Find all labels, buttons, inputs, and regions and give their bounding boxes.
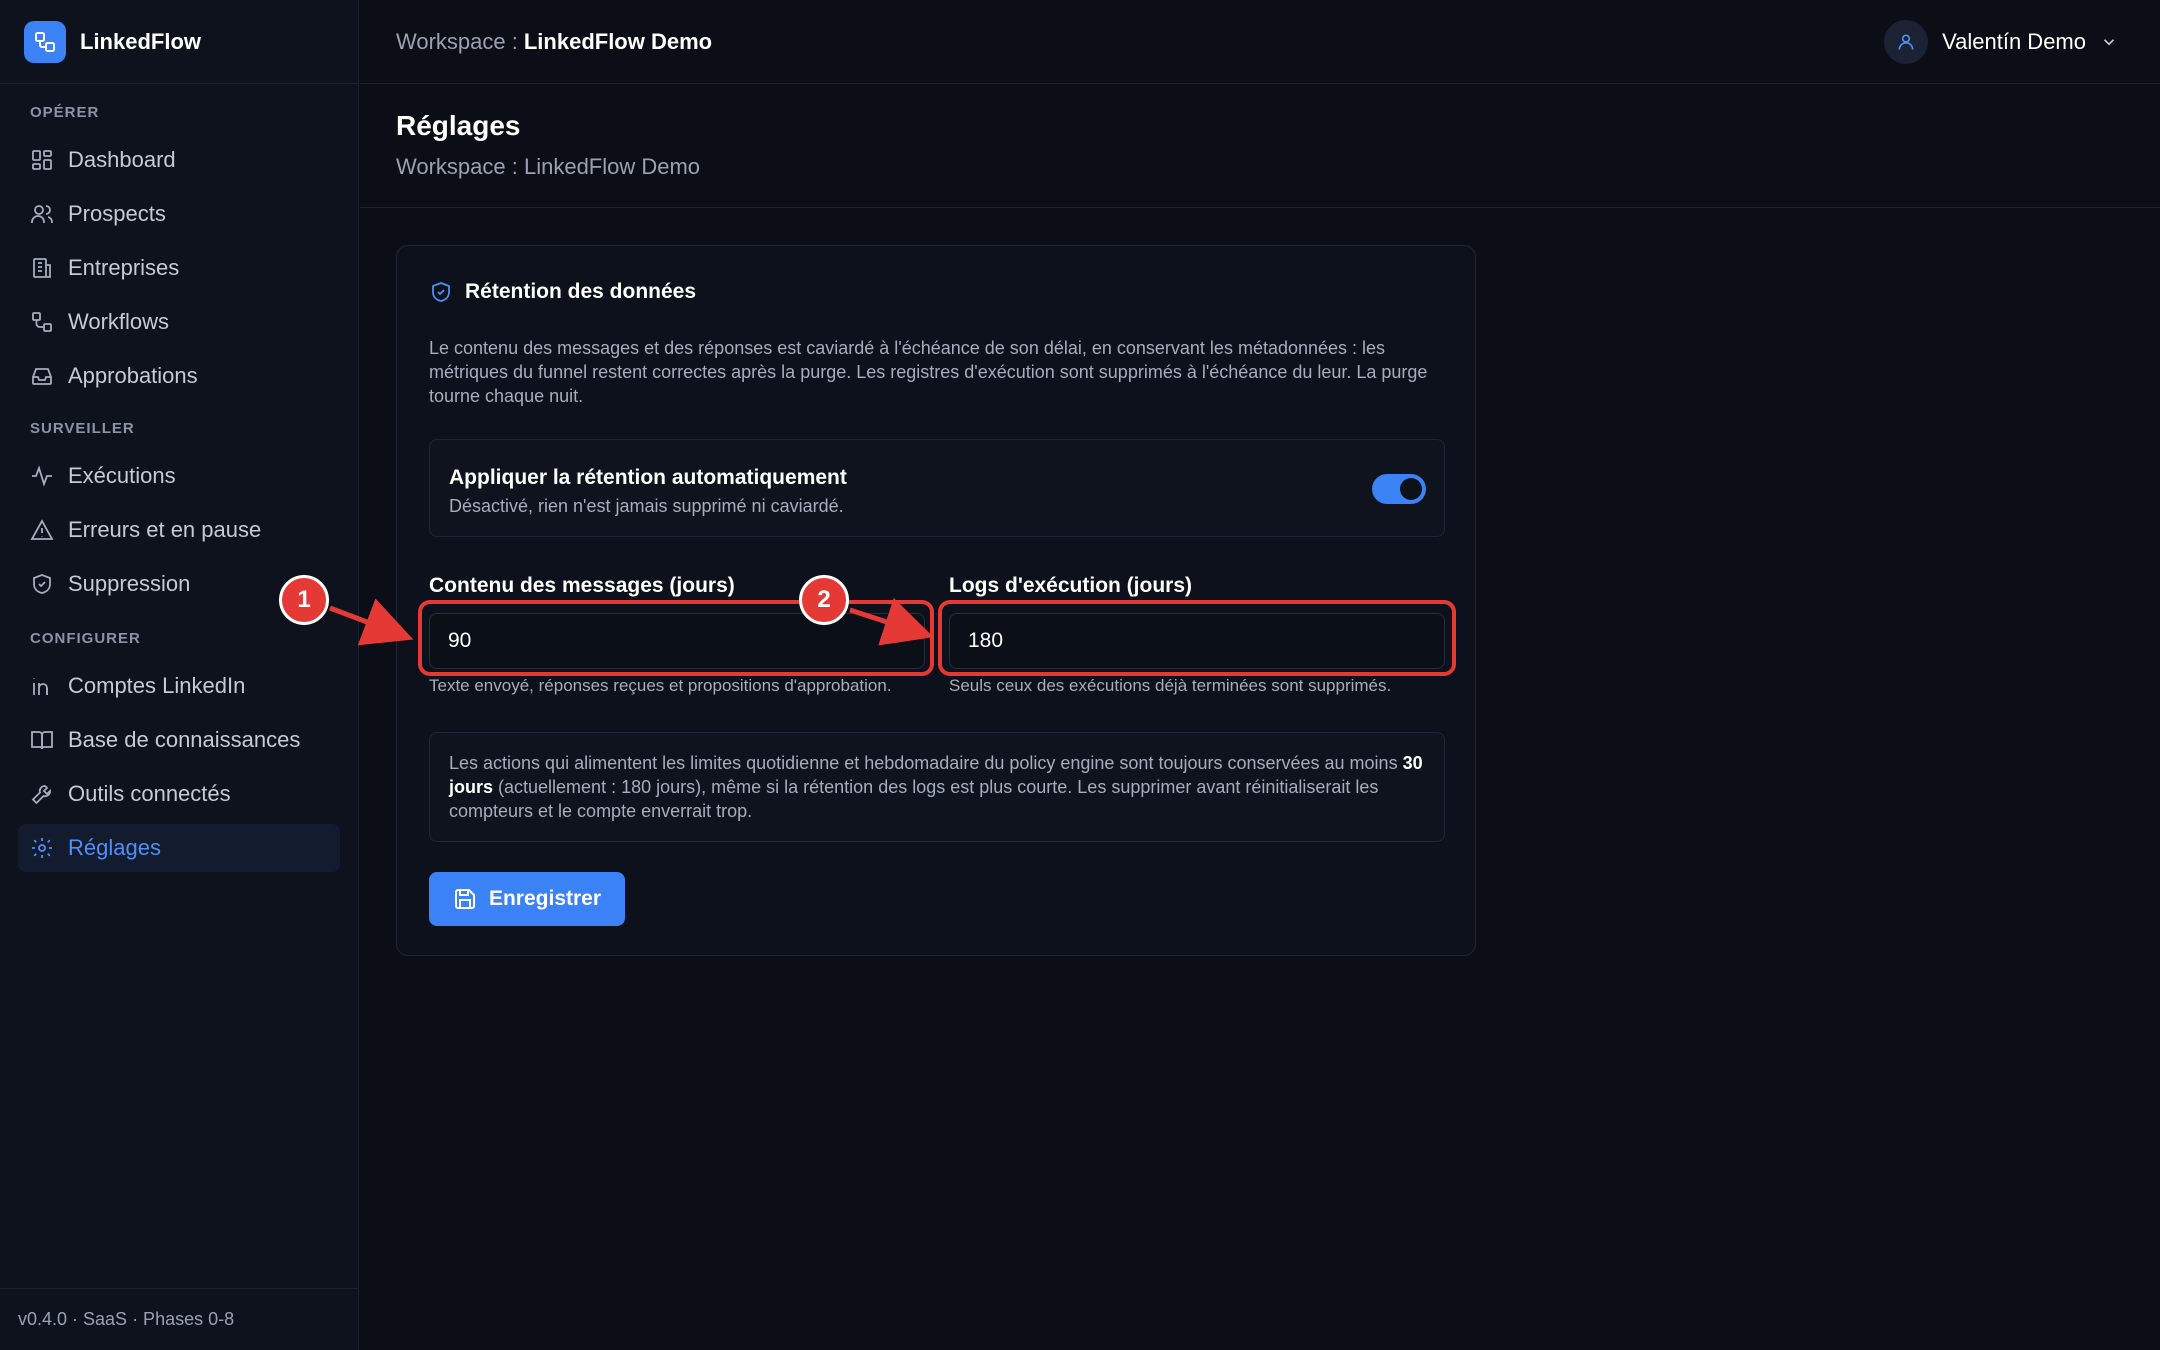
sidebar-item-workflows[interactable]: Workflows <box>18 298 340 346</box>
save-button[interactable]: Enregistrer <box>429 872 625 926</box>
logs-retention-label: Logs d'exécution (jours) <box>949 574 1193 597</box>
sidebar-item-comptes-linkedin[interactable]: Comptes LinkedIn <box>18 662 340 710</box>
sidebar-item-label: Exécutions <box>68 463 176 488</box>
card-title: Rétention des données <box>465 280 697 303</box>
version-footer: v0.4.0 · SaaS · Phases 0-8 <box>0 1288 358 1350</box>
sidebar-item-label: Erreurs et en pause <box>68 517 262 542</box>
policy-info-box: Les actions qui alimentent les limites q… <box>429 732 1445 842</box>
save-icon <box>454 889 475 909</box>
sidebar-item-label: Base de connaissances <box>68 727 301 752</box>
logs-retention-hint: Seuls ceux des exécutions déjà terminées… <box>949 676 1392 695</box>
nav-section-operer: OPÉRER Dashboard Prospects Entreprises W… <box>0 104 358 400</box>
sidebar-item-outils-connectes[interactable]: Outils connectés <box>18 770 340 818</box>
toggle-label: Appliquer la rétention automatiquement <box>449 466 847 489</box>
sidebar-item-dashboard[interactable]: Dashboard <box>18 136 340 184</box>
nav-section-title: CONFIGURER <box>30 630 141 647</box>
linkedin-icon <box>33 678 48 695</box>
inbox-icon <box>32 368 52 385</box>
wrench-icon <box>31 785 51 805</box>
workflow-icon <box>32 312 52 332</box>
brand[interactable]: LinkedFlow <box>0 0 358 84</box>
sidebar-item-reglages[interactable]: Réglages <box>18 824 340 872</box>
page-subtitle: Workspace : LinkedFlow Demo <box>396 154 701 179</box>
annotation-badge-1: 1 <box>279 575 329 625</box>
user-icon <box>1898 34 1914 50</box>
toggle-hint: Désactivé, rien n'est jamais supprimé ni… <box>449 496 844 516</box>
toggle-knob <box>1400 478 1422 500</box>
sidebar-item-label: Workflows <box>68 309 170 334</box>
info-text-before: Les actions qui alimentent les limites q… <box>449 753 1403 773</box>
activity-icon <box>32 465 52 487</box>
building-icon <box>33 258 51 278</box>
sidebar-item-label: Comptes LinkedIn <box>68 673 246 698</box>
sidebar-item-label: Prospects <box>68 201 166 226</box>
workspace-name: LinkedFlow Demo <box>523 28 713 54</box>
sidebar-item-entreprises[interactable]: Entreprises <box>18 244 340 292</box>
sidebar-item-label: Suppression <box>68 571 191 596</box>
sidebar-item-label: Approbations <box>68 363 198 388</box>
annotation-highlight-1 <box>418 600 934 676</box>
sidebar: LinkedFlow OPÉRER Dashboard Prospects En… <box>0 0 359 1350</box>
sidebar-item-executions[interactable]: Exécutions <box>18 452 340 500</box>
users-icon <box>31 205 53 223</box>
annotation-highlight-2 <box>938 600 1456 676</box>
avatar <box>1884 20 1929 64</box>
nav-section-title: SURVEILLER <box>30 420 135 437</box>
warning-icon <box>30 519 54 540</box>
workspace-label: Workspace : <box>396 28 518 54</box>
user-menu[interactable]: Valentín Demo <box>1884 20 2118 64</box>
sidebar-item-approbations[interactable]: Approbations <box>18 352 340 400</box>
sidebar-item-prospects[interactable]: Prospects <box>18 190 340 238</box>
messages-retention-label: Contenu des messages (jours) <box>429 574 735 597</box>
messages-retention-hint: Texte envoyé, réponses reçues et proposi… <box>429 676 892 695</box>
annotation-badge-2: 2 <box>799 575 849 625</box>
topbar: Workspace : LinkedFlow Demo Valentín Dem… <box>360 0 2160 84</box>
sidebar-item-base-connaissances[interactable]: Base de connaissances <box>18 716 340 764</box>
shield-icon <box>33 574 51 594</box>
user-name: Valentín Demo <box>1942 29 2086 54</box>
sidebar-item-label: Outils connectés <box>68 781 231 806</box>
logo-icon <box>24 20 66 63</box>
nav-section-configurer: CONFIGURER Comptes LinkedIn Base de conn… <box>0 630 358 872</box>
shield-check-icon <box>432 282 450 302</box>
book-icon <box>31 731 53 750</box>
auto-retention-toggle[interactable] <box>1372 474 1426 504</box>
nav-section-title: OPÉRER <box>30 104 100 121</box>
card-description: Le contenu des messages et des réponses … <box>429 338 1428 406</box>
dashboard-icon <box>32 150 52 170</box>
info-text-after: (actuellement : 180 jours), même si la r… <box>449 777 1379 821</box>
save-label: Enregistrer <box>488 887 602 910</box>
sidebar-item-label: Entreprises <box>68 255 180 280</box>
page-title: Réglages <box>396 110 521 141</box>
sidebar-item-label: Dashboard <box>68 147 176 172</box>
brand-name: LinkedFlow <box>80 28 201 54</box>
auto-retention-setting: Appliquer la rétention automatiquement D… <box>429 439 1445 537</box>
card-header: Rétention des données <box>429 280 696 304</box>
sidebar-item-erreurs[interactable]: Erreurs et en pause <box>18 506 340 554</box>
page-header: Réglages Workspace : LinkedFlow Demo <box>360 84 2160 208</box>
sidebar-item-label: Réglages <box>68 835 161 860</box>
gear-icon <box>32 838 52 858</box>
chevron-down-icon <box>2103 39 2115 46</box>
